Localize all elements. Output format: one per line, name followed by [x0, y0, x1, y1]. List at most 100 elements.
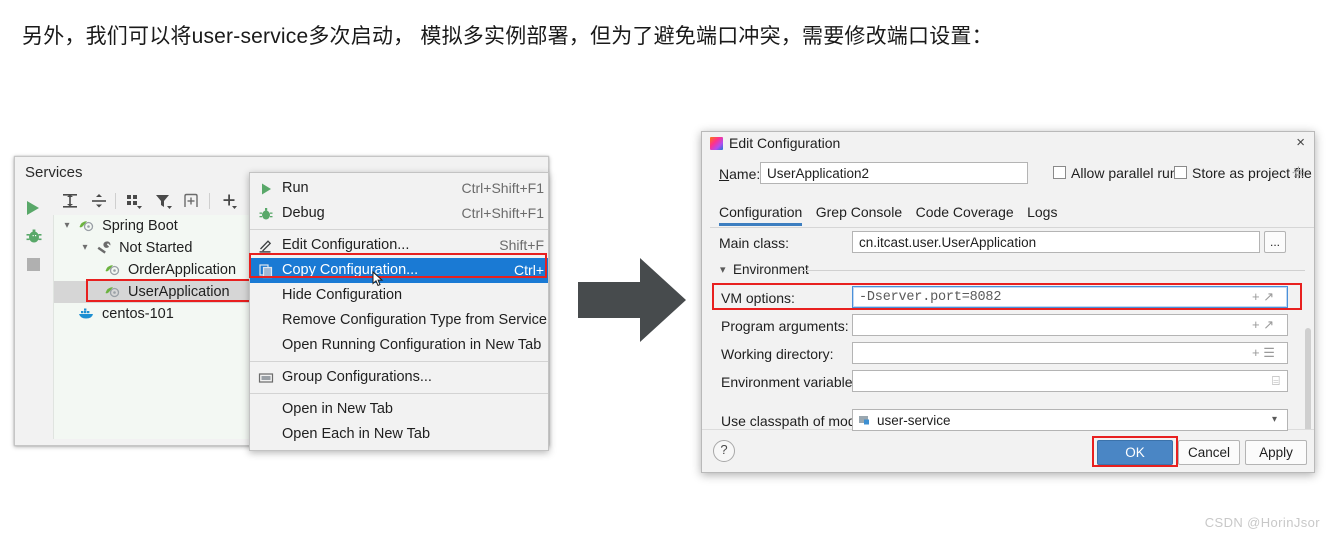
debug-icon — [258, 206, 274, 222]
menu-item-label: Debug — [282, 205, 325, 221]
folder-icon — [258, 370, 274, 386]
services-panel-title: Services — [25, 164, 83, 181]
working-directory-label: Working directory: — [721, 346, 834, 362]
menu-item-remove-configuration-type[interactable]: Remove Configuration Type from Service — [250, 308, 548, 333]
menu-item-label: Group Configurations... — [282, 369, 432, 385]
tree-label: centos-101 — [102, 306, 174, 322]
tab-code-coverage[interactable]: Code Coverage — [916, 204, 1014, 224]
new-tab-icon[interactable] — [181, 191, 203, 211]
environment-collapse-icon[interactable]: ▾ — [720, 263, 726, 276]
working-directory-adorn-icons[interactable]: + ☰ — [1252, 345, 1275, 361]
services-side-toolbar — [15, 187, 53, 445]
vm-options-adorn-icons[interactable]: + ↗ — [1252, 289, 1274, 305]
working-directory-input[interactable] — [852, 342, 1288, 364]
main-class-browse-button[interactable]: ... — [1264, 231, 1286, 253]
menu-item-shortcut: Ctrl+ — [514, 262, 544, 278]
run-icon[interactable] — [24, 198, 44, 218]
menu-separator — [250, 229, 548, 230]
program-arguments-input[interactable] — [852, 314, 1288, 336]
menu-item-open-running-configuration[interactable]: Open Running Configuration in New Tab — [250, 333, 548, 358]
tab-logs[interactable]: Logs — [1027, 204, 1057, 224]
store-as-project-file-checkbox[interactable] — [1174, 166, 1187, 179]
help-button[interactable]: ? — [713, 440, 735, 462]
menu-separator — [250, 393, 548, 394]
menu-item-group-configurations[interactable]: Group Configurations... — [250, 365, 548, 390]
main-class-label: Main class: — [719, 235, 790, 251]
stop-icon[interactable] — [24, 254, 44, 274]
menu-item-label: Hide Configuration — [282, 287, 403, 303]
tree-label: OrderApplication — [128, 262, 237, 278]
menu-item-label: Edit Configuration... — [282, 237, 410, 253]
menu-item-shortcut: Ctrl+Shift+F1 — [461, 205, 544, 221]
cancel-button[interactable]: Cancel — [1178, 440, 1240, 465]
module-icon — [858, 413, 873, 427]
spring-leaf-icon — [104, 261, 121, 276]
menu-item-label: Remove Configuration Type from Service — [282, 312, 547, 328]
program-arguments-adorn-icons[interactable]: + ↗ — [1252, 317, 1274, 333]
expand-all-icon[interactable] — [59, 191, 81, 211]
wrench-icon — [96, 239, 112, 254]
copy-icon — [258, 263, 274, 279]
module-combobox[interactable]: user-service — [852, 409, 1288, 431]
vm-options-label: VM options: — [721, 290, 795, 306]
dialog-titlebar: Edit Configuration × — [702, 132, 1314, 156]
environment-divider — [800, 270, 1305, 271]
chevron-down-icon[interactable]: ▾ — [78, 237, 92, 259]
menu-item-label: Open Running Configuration in New Tab — [282, 337, 542, 353]
tabs-divider — [710, 227, 1314, 228]
page-intro-text: 另外，我们可以将user-service多次启动， 模拟多实例部署，但为了避免端… — [22, 25, 993, 48]
docker-icon — [78, 305, 95, 319]
intellij-idea-icon — [710, 137, 723, 150]
collapse-all-icon[interactable] — [88, 191, 110, 211]
menu-item-hide-configuration[interactable]: Hide Configuration — [250, 283, 548, 308]
main-class-input[interactable]: cn.itcast.user.UserApplication — [852, 231, 1260, 253]
apply-button[interactable]: Apply — [1245, 440, 1307, 465]
program-arguments-label: Program arguments: — [721, 318, 849, 334]
environment-variables-adorn-icon[interactable]: ⌸ — [1272, 373, 1280, 389]
tree-label: Not Started — [119, 240, 193, 256]
menu-item-open-each-in-new-tab[interactable]: Open Each in New Tab — [250, 422, 548, 447]
menu-item-label: Open Each in New Tab — [282, 426, 431, 442]
debug-icon[interactable] — [24, 226, 44, 246]
right-arrow-icon — [578, 256, 688, 344]
menu-item-label: Open in New Tab — [282, 401, 393, 417]
menu-item-open-in-new-tab[interactable]: Open in New Tab — [250, 397, 548, 422]
ok-button[interactable]: OK — [1097, 440, 1173, 465]
watermark: CSDN @HorinJsor — [1204, 515, 1320, 530]
filter-icon[interactable] — [153, 191, 175, 211]
menu-separator — [250, 361, 548, 362]
chevron-down-icon[interactable]: ▾ — [60, 215, 74, 237]
spring-leaf-icon — [104, 283, 121, 298]
tree-label: Spring Boot — [102, 218, 178, 234]
menu-item-run[interactable]: Run Ctrl+Shift+F1 — [250, 176, 548, 201]
menu-item-label: Run — [282, 180, 309, 196]
menu-item-edit-configuration[interactable]: Edit Configuration... Shift+F — [250, 233, 548, 258]
dialog-title: Edit Configuration — [729, 135, 841, 151]
add-icon[interactable] — [219, 191, 241, 211]
allow-parallel-run-label: Allow parallel run — [1071, 165, 1178, 181]
menu-item-debug[interactable]: Debug Ctrl+Shift+F1 — [250, 201, 548, 226]
environment-section-label: Environment — [733, 262, 809, 277]
environment-variables-label: Environment variables: — [721, 374, 864, 390]
vm-options-input[interactable]: -Dserver.port=8082 — [852, 286, 1288, 308]
name-label: Name: — [719, 166, 761, 182]
run-icon — [258, 181, 274, 197]
tab-configuration[interactable]: Configuration — [719, 204, 803, 226]
module-chevron-down-icon[interactable]: ▾ — [1272, 414, 1277, 425]
dialog-tabs: Configuration Grep Console Code Coverage… — [719, 204, 1066, 226]
gear-icon[interactable] — [1292, 166, 1305, 179]
environment-variables-input[interactable] — [852, 370, 1288, 392]
tab-grep-console[interactable]: Grep Console — [816, 204, 902, 224]
menu-item-shortcut: Ctrl+Shift+F1 — [461, 180, 544, 196]
group-icon[interactable] — [123, 191, 145, 211]
close-icon[interactable]: × — [1296, 134, 1305, 152]
name-input[interactable]: UserApplication2 — [760, 162, 1028, 184]
context-menu: Run Ctrl+Shift+F1 Debug Ctrl+Shift+F1 Ed… — [249, 172, 549, 451]
menu-item-label: Copy Configuration... — [282, 262, 419, 278]
allow-parallel-run-checkbox[interactable] — [1053, 166, 1066, 179]
spring-leaf-icon — [78, 217, 95, 232]
menu-item-shortcut: Shift+F — [499, 237, 544, 253]
menu-item-copy-configuration[interactable]: Copy Configuration... Ctrl+ — [250, 258, 548, 283]
pencil-icon — [258, 238, 274, 254]
tree-label: UserApplication — [128, 284, 230, 300]
